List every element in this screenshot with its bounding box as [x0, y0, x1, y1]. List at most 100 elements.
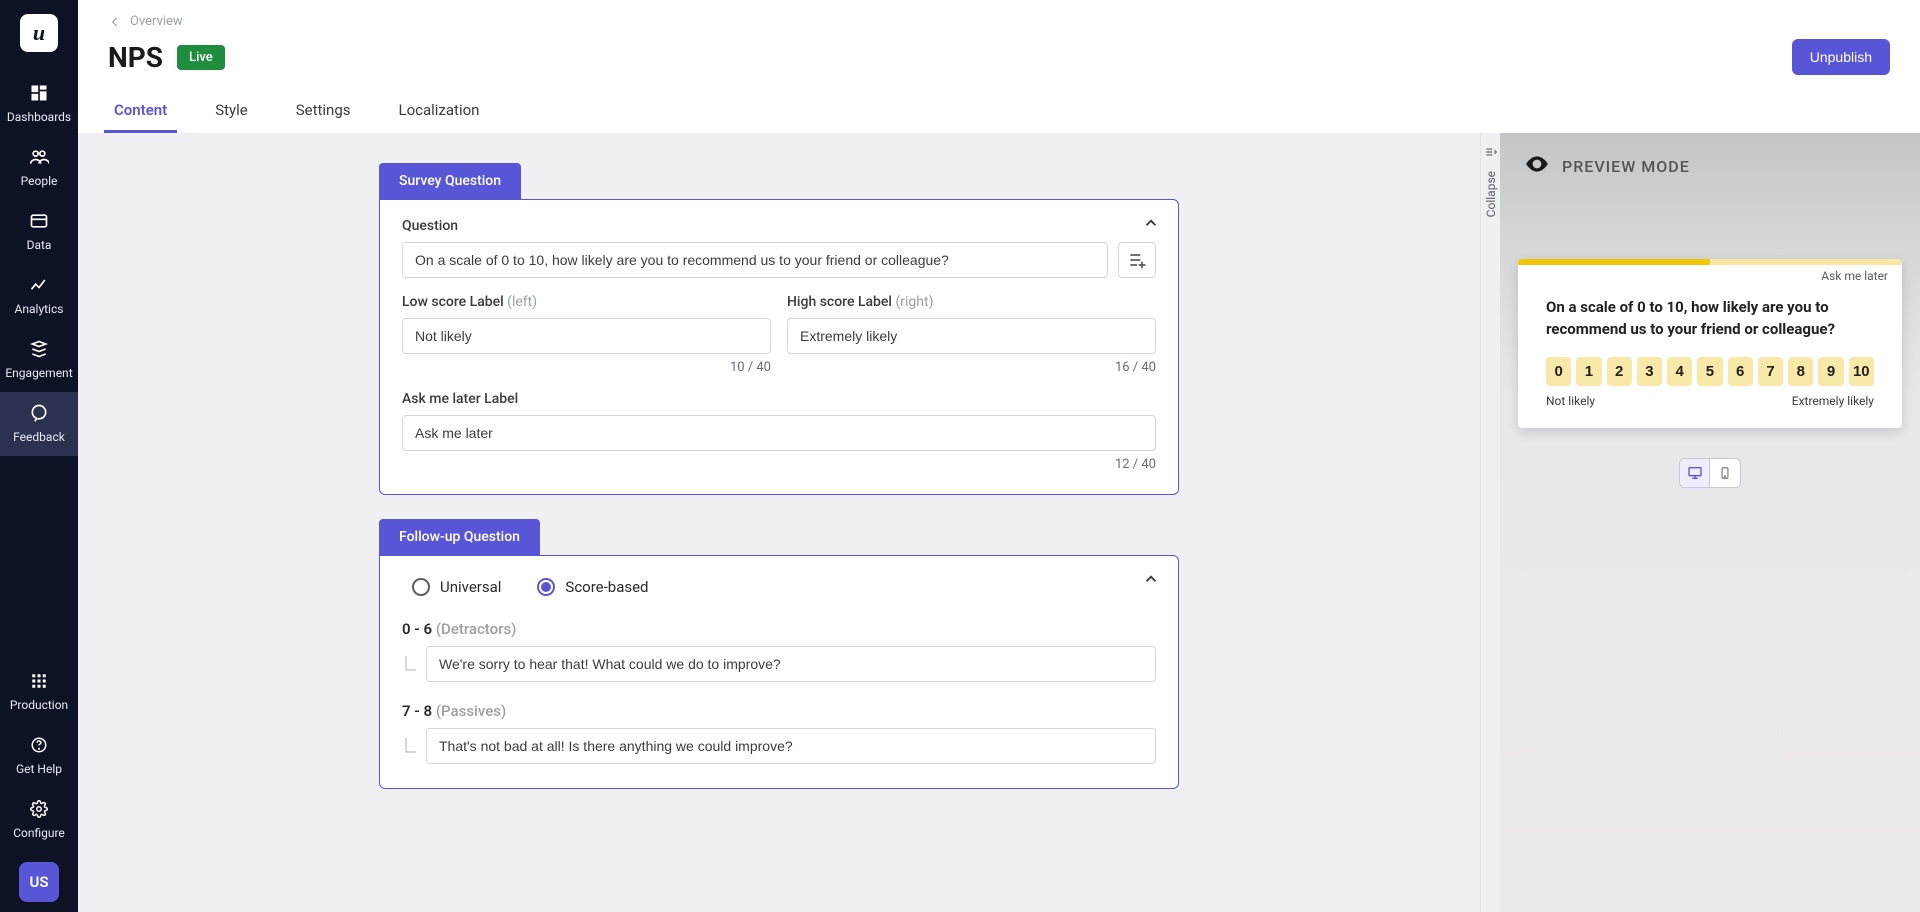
- scale-btn-4[interactable]: 4: [1667, 357, 1692, 386]
- survey-question-tab[interactable]: Survey Question: [379, 163, 521, 199]
- gear-icon: [28, 798, 50, 820]
- data-icon: [28, 210, 50, 232]
- sidebar-label: Dashboards: [7, 110, 71, 124]
- insert-variable-button[interactable]: [1118, 242, 1156, 278]
- scale-btn-1[interactable]: 1: [1576, 357, 1601, 386]
- preview-high-label: Extremely likely: [1792, 394, 1874, 408]
- tab-style[interactable]: Style: [211, 93, 252, 133]
- radio-scorebased[interactable]: Score-based: [537, 578, 648, 596]
- low-score-counter: 10 / 40: [402, 360, 771, 375]
- chevron-up-icon: [1142, 570, 1160, 588]
- radio-icon: [412, 578, 430, 596]
- env-chip-label: US: [29, 873, 48, 891]
- asklater-input[interactable]: [402, 415, 1156, 451]
- high-score-label: High score Label (right): [787, 294, 1156, 310]
- sidebar-item-feedback[interactable]: Feedback: [0, 392, 78, 456]
- passives-input[interactable]: [426, 728, 1156, 764]
- low-score-input[interactable]: [402, 318, 771, 354]
- sidebar-label: Feedback: [13, 430, 65, 444]
- chevron-up-icon: [1142, 214, 1160, 232]
- question-label: Question: [402, 218, 1156, 234]
- sidebar-label: Get Help: [16, 762, 62, 776]
- sidebar-item-production[interactable]: Production: [0, 660, 78, 724]
- workspace: Survey Question Question: [78, 133, 1920, 912]
- logo-text: u: [33, 20, 45, 46]
- sidebar-label: Configure: [13, 826, 65, 840]
- collapse-card-button[interactable]: [1142, 214, 1160, 236]
- sidebar-label: Data: [27, 238, 52, 252]
- asklater-label: Ask me later Label: [402, 391, 1156, 407]
- list-plus-icon: [1127, 250, 1147, 270]
- scale-btn-9[interactable]: 9: [1818, 357, 1843, 386]
- detractors-label: 0 - 6 (Detractors): [402, 620, 1156, 638]
- eye-icon: [1524, 151, 1550, 181]
- device-desktop-button[interactable]: [1680, 459, 1710, 487]
- asklater-counter: 12 / 40: [402, 457, 1156, 472]
- high-score-input[interactable]: [787, 318, 1156, 354]
- question-input[interactable]: [402, 242, 1108, 278]
- sidebar-label: Engagement: [5, 366, 72, 380]
- preview-title: PREVIEW MODE: [1562, 157, 1690, 176]
- radio-universal[interactable]: Universal: [412, 578, 501, 596]
- preview-question: On a scale of 0 to 10, how likely are yo…: [1546, 297, 1874, 341]
- sidebar-label: People: [21, 174, 58, 188]
- ask-me-later-link[interactable]: Ask me later: [1821, 269, 1888, 283]
- tabs: Content Style Settings Localization: [108, 93, 1890, 133]
- collapse-label: Collapse: [1484, 171, 1498, 217]
- collapse-card-button[interactable]: [1142, 570, 1160, 592]
- scale-btn-8[interactable]: 8: [1788, 357, 1813, 386]
- sidebar-bottom: Production Get Help Configure US: [0, 660, 78, 912]
- unpublish-button[interactable]: Unpublish: [1792, 39, 1890, 75]
- radio-icon: [537, 578, 555, 596]
- people-icon: [28, 146, 50, 168]
- sidebar-item-data[interactable]: Data: [0, 200, 78, 264]
- sidebar-item-gethelp[interactable]: Get Help: [0, 724, 78, 788]
- help-icon: [28, 734, 50, 756]
- env-chip[interactable]: US: [19, 862, 59, 902]
- editor-column: Survey Question Question: [78, 133, 1480, 912]
- tab-localization[interactable]: Localization: [395, 93, 484, 133]
- logo[interactable]: u: [20, 14, 58, 52]
- device-mobile-button[interactable]: [1710, 459, 1740, 487]
- preview-panel: PREVIEW MODE Ask me later On a scale of …: [1500, 133, 1920, 912]
- feedback-icon: [28, 402, 50, 424]
- sidebar-item-people[interactable]: People: [0, 136, 78, 200]
- radio-label: Score-based: [565, 578, 648, 596]
- breadcrumb[interactable]: Overview: [108, 14, 183, 29]
- tree-connector-icon: [402, 728, 426, 766]
- scale-btn-2[interactable]: 2: [1607, 357, 1632, 386]
- scale-btn-10[interactable]: 10: [1849, 357, 1874, 386]
- mobile-icon: [1718, 466, 1732, 480]
- dashboard-icon: [28, 82, 50, 104]
- scale-btn-3[interactable]: 3: [1637, 357, 1662, 386]
- scale-row: 0 1 2 3 4 5 6 7 8 9 10: [1546, 357, 1874, 386]
- breadcrumb-label: Overview: [130, 14, 183, 29]
- passives-label: 7 - 8 (Passives): [402, 702, 1156, 720]
- high-score-counter: 16 / 40: [787, 360, 1156, 375]
- survey-question-card: Question Low score Label (left): [379, 199, 1179, 495]
- sidebar-item-dashboards[interactable]: Dashboards: [0, 72, 78, 136]
- sidebar-item-engagement[interactable]: Engagement: [0, 328, 78, 392]
- status-badge: Live: [177, 45, 225, 70]
- back-arrow-icon: [108, 15, 122, 29]
- engagement-icon: [28, 338, 50, 360]
- followup-question-tab[interactable]: Follow-up Question: [379, 519, 540, 555]
- collapse-preview-button[interactable]: Collapse: [1480, 133, 1500, 912]
- scale-btn-0[interactable]: 0: [1546, 357, 1571, 386]
- tab-settings[interactable]: Settings: [292, 93, 355, 133]
- apps-icon: [28, 670, 50, 692]
- scale-btn-5[interactable]: 5: [1697, 357, 1722, 386]
- sidebar-item-analytics[interactable]: Analytics: [0, 264, 78, 328]
- desktop-icon: [1687, 465, 1703, 481]
- page-title: NPS: [108, 41, 163, 74]
- tree-connector-icon: [402, 646, 426, 684]
- scale-btn-7[interactable]: 7: [1758, 357, 1783, 386]
- sidebar-item-configure[interactable]: Configure: [0, 788, 78, 852]
- device-toggle: [1679, 458, 1741, 488]
- detractors-input[interactable]: [426, 646, 1156, 682]
- sidebar: u Dashboards People Data Analytics Engag…: [0, 0, 78, 912]
- scale-btn-6[interactable]: 6: [1728, 357, 1753, 386]
- analytics-icon: [28, 274, 50, 296]
- sidebar-label: Production: [10, 698, 68, 712]
- tab-content[interactable]: Content: [110, 93, 171, 133]
